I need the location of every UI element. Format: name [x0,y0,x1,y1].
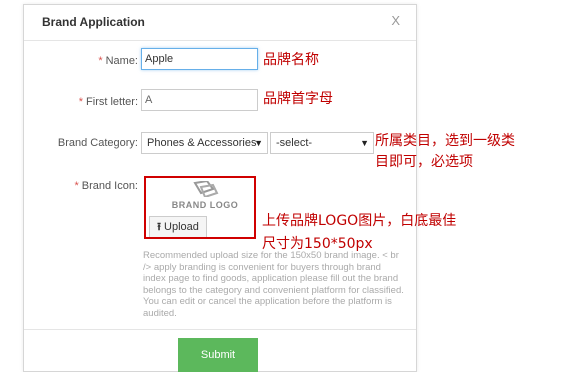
first-letter-input[interactable]: A [141,89,258,111]
required-marker: * [78,96,84,108]
logo-annotation-line2: 尺寸为150*50px [262,236,373,252]
submit-button[interactable]: Submit [178,338,258,372]
name-label: * Name: [24,55,138,67]
brand-icon-label: * Brand Icon: [24,180,138,192]
chevron-down-icon: ▼ [254,138,263,148]
close-button[interactable]: X [391,13,400,28]
category-primary-value: Phones & Accessories [147,137,257,149]
dialog-title: Brand Application [42,15,145,29]
name-label-text: Name: [105,55,138,67]
brand-icon-label-text: Brand Icon: [81,180,138,192]
chevron-down-icon: ▼ [360,138,369,148]
category-primary-select[interactable]: Phones & Accessories ▼ [141,132,268,154]
dialog-footer-divider [24,329,416,330]
first-letter-label: * First letter: [24,96,138,108]
logo-annotation-box [144,176,256,239]
category-annotation-line1: 所属类目，选到一级类 [375,133,515,149]
first-letter-annotation: 品牌首字母 [263,91,333,107]
category-secondary-value: -select- [276,137,313,149]
category-secondary-select[interactable]: -select- ▼ [270,132,374,154]
category-annotation-line2: 目即可，必选项 [375,154,473,170]
dialog-header: Brand Application X [24,5,416,41]
name-annotation: 品牌名称 [263,52,319,68]
category-label: Brand Category: [57,137,138,149]
name-input[interactable]: Apple [141,48,258,70]
upload-hint: Recommended upload size for the 150x50 b… [143,250,404,319]
required-marker: * [98,55,103,67]
first-letter-label-text: First letter: [86,96,138,108]
required-marker: * [74,180,79,192]
logo-annotation-line1: 上传品牌LOGO图片，白底最佳 [262,213,457,229]
